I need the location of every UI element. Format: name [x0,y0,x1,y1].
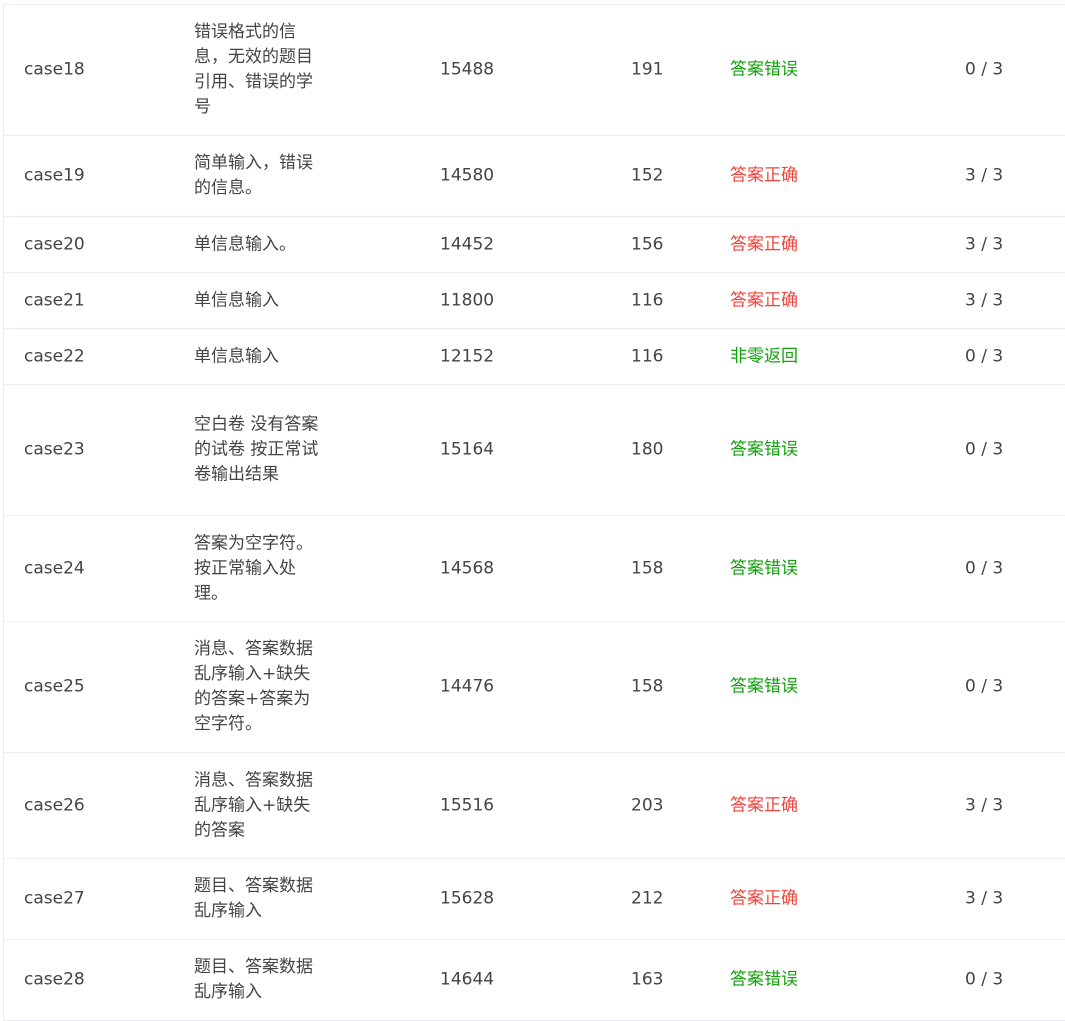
case-name: case27 [24,888,85,909]
case-score: 0 / 3 [965,346,1004,366]
case-score: 0 / 3 [965,676,1004,697]
case-status: 答案正确 [730,234,798,254]
case-score: 0 / 3 [965,558,1004,578]
case-description: 消息、答案数据乱序输入+缺失的答案+答案为空字符。 [194,639,313,734]
case-description: 答案为空字符。按正常输入处理。 [194,533,313,603]
table-row: case26 消息、答案数据乱序输入+缺失的答案 15516 203 答案正确 … [4,753,1065,859]
case-time: 12152 [440,346,495,366]
case-score: 3 / 3 [965,888,1004,909]
case-status: 答案错误 [730,676,798,697]
case-status: 答案错误 [730,59,798,80]
case-time: 15164 [440,439,495,460]
case-name: case23 [24,439,85,460]
case-memory: 116 [631,290,664,310]
case-memory: 191 [631,59,664,80]
case-name: case22 [24,346,85,366]
case-status: 答案错误 [730,439,798,460]
case-description: 单信息输入 [194,290,279,310]
case-name: case28 [24,969,85,990]
case-name: case19 [24,165,85,186]
case-time: 14476 [440,676,495,697]
table-row: case20 单信息输入。 14452 156 答案正确 3 / 3 [4,217,1065,273]
case-status: 答案错误 [730,558,798,578]
case-score: 3 / 3 [965,165,1004,186]
case-memory: 212 [631,888,664,909]
case-status: 答案正确 [730,290,798,310]
case-name: case21 [24,290,85,310]
case-score: 0 / 3 [965,439,1004,460]
table-row: case18 错误格式的信息，无效的题目引用、错误的学号 15488 191 答… [4,5,1065,136]
table-row: case25 消息、答案数据乱序输入+缺失的答案+答案为空字符。 14476 1… [4,622,1065,753]
case-time: 14580 [440,165,495,186]
case-time: 15628 [440,888,495,909]
case-memory: 180 [631,439,664,460]
case-description: 单信息输入 [194,346,279,366]
table-row: case22 单信息输入 12152 116 非零返回 0 / 3 [4,329,1065,385]
case-score: 3 / 3 [965,795,1004,815]
case-memory: 158 [631,676,664,697]
case-time: 14568 [440,558,495,578]
case-time: 11800 [440,290,495,310]
case-memory: 152 [631,165,664,186]
case-description: 题目、答案数据乱序输入 [194,957,313,1002]
case-score: 0 / 3 [965,969,1004,990]
case-score: 0 / 3 [965,59,1004,80]
case-description: 简单输入，错误的信息。 [194,153,313,198]
case-time: 14452 [440,234,495,254]
case-name: case24 [24,558,85,578]
case-status: 答案正确 [730,165,798,186]
case-description: 单信息输入。 [194,234,296,254]
case-name: case18 [24,59,85,80]
case-memory: 163 [631,969,664,990]
case-score: 3 / 3 [965,234,1004,254]
case-score: 3 / 3 [965,290,1004,310]
case-time: 14644 [440,969,495,990]
case-status: 答案错误 [730,969,798,990]
case-status: 答案正确 [730,795,798,815]
case-description: 空白卷 没有答案的试卷 按正常试卷输出结果 [194,414,319,485]
case-name: case25 [24,676,85,697]
test-results-table: case18 错误格式的信息，无效的题目引用、错误的学号 15488 191 答… [3,4,1065,1021]
case-description: 消息、答案数据乱序输入+缺失的答案 [194,770,313,840]
case-time: 15516 [440,795,495,815]
case-memory: 158 [631,558,664,578]
table-row: case27 题目、答案数据乱序输入 15628 212 答案正确 3 / 3 [4,859,1065,940]
table-row: case19 简单输入，错误的信息。 14580 152 答案正确 3 / 3 [4,136,1065,217]
case-description: 题目、答案数据乱序输入 [194,876,313,921]
table-row: case23 空白卷 没有答案的试卷 按正常试卷输出结果 15164 180 答… [4,385,1065,516]
case-memory: 203 [631,795,664,815]
table-row: case21 单信息输入 11800 116 答案正确 3 / 3 [4,273,1065,329]
case-time: 15488 [440,59,495,80]
case-name: case20 [24,234,85,254]
case-name: case26 [24,795,85,815]
case-description: 错误格式的信息，无效的题目引用、错误的学号 [194,22,313,117]
table-row: case24 答案为空字符。按正常输入处理。 14568 158 答案错误 0 … [4,516,1065,622]
case-memory: 156 [631,234,664,254]
case-status: 答案正确 [730,888,798,909]
table-row: case28 题目、答案数据乱序输入 14644 163 答案错误 0 / 3 [4,940,1065,1021]
case-status: 非零返回 [730,346,798,366]
case-memory: 116 [631,346,664,366]
